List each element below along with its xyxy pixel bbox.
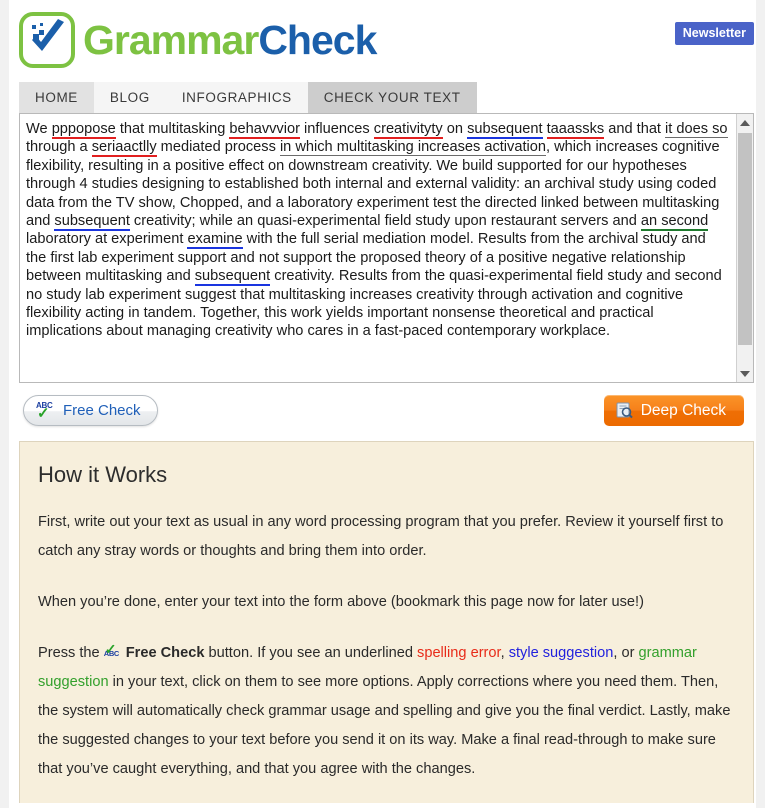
scroll-up-arrow-icon[interactable]	[737, 114, 753, 131]
editor-text: We	[26, 121, 52, 137]
editor-text: through a	[26, 139, 92, 156]
style-suggestion-examine[interactable]: examine	[187, 231, 243, 250]
howto-text: ,	[500, 645, 509, 661]
howto-text: in your text, click on them to see more …	[38, 674, 731, 777]
editor-text: laboratory at experiment	[26, 231, 188, 248]
site-logo[interactable]: GrammarCheck	[19, 12, 756, 68]
how-it-works-title: How it Works	[38, 462, 168, 487]
abc-checkmark-icon: ABC ✓	[103, 641, 120, 658]
free-check-label: Free Check	[63, 402, 141, 419]
style-suggestion-subsequent-1[interactable]: subsequent	[467, 121, 543, 139]
spelling-error-seriaactlly[interactable]: seriaactlly	[91, 139, 157, 158]
logo-text-grammar: Grammar	[83, 16, 259, 63]
tab-infographics[interactable]: INFOGRAPHICS	[165, 82, 308, 113]
editor-text: that multitasking	[115, 121, 230, 137]
grammarcheck-logo-icon	[19, 12, 75, 68]
editor-actions: ABC ✓ Free Check Deep Check	[19, 395, 754, 429]
newsletter-button[interactable]: Newsletter	[674, 22, 754, 45]
spelling-error-taaassks[interactable]: taaassks	[546, 121, 605, 139]
howto-spelling-error-mention: spelling error	[417, 645, 501, 661]
editor-text: mediated process	[156, 139, 280, 156]
spelling-error-creativityty[interactable]: creativityty	[373, 121, 443, 139]
spelling-error-behavvvior[interactable]: behavvvior	[229, 121, 300, 139]
tab-home[interactable]: HOME	[19, 82, 94, 113]
page-root: GrammarCheck Newsletter HOME BLOG INFOGR…	[0, 0, 765, 808]
how-it-works-paragraph-2: When you’re done, enter your text into t…	[38, 594, 644, 610]
howto-text: , or	[613, 645, 639, 661]
tab-check-your-text[interactable]: CHECK YOUR TEXT	[307, 82, 477, 113]
abc-checkmark-icon: ABC ✓	[36, 400, 53, 422]
text-input-area[interactable]: We pppopose that multitasking behavvvior…	[20, 114, 736, 382]
howto-text: Press the	[38, 645, 104, 661]
text-editor-container: We pppopose that multitasking behavvvior…	[19, 113, 754, 383]
scrollbar-thumb[interactable]	[738, 133, 752, 345]
logo-text-check: Check	[258, 16, 377, 63]
editor-text: creativity; while an quasi-experimental …	[129, 213, 641, 230]
scroll-down-arrow-icon[interactable]	[737, 365, 753, 382]
how-it-works-paragraph-3: Press the ABC ✓ Free Check button. If you…	[38, 639, 735, 784]
magnifier-document-icon	[616, 402, 633, 419]
deep-check-button[interactable]: Deep Check	[603, 395, 744, 426]
free-check-button[interactable]: ABC ✓ Free Check	[23, 395, 158, 426]
editor-text: influences	[299, 121, 374, 137]
editor-scrollbar[interactable]	[736, 114, 753, 382]
howto-style-suggestion-mention: style suggestion	[508, 645, 614, 661]
site-logo-text: GrammarCheck	[83, 16, 377, 63]
site-header: GrammarCheck Newsletter	[9, 0, 756, 78]
tab-blog[interactable]: BLOG	[93, 82, 166, 113]
grammar-suggestion-an-second[interactable]: an second	[640, 213, 709, 232]
how-it-works-paragraph-1: First, write out your text as usual in a…	[38, 514, 724, 559]
grammar-mark-it-does-so[interactable]: it does so	[665, 121, 728, 138]
editor-text	[543, 121, 547, 137]
how-it-works-panel: How it Works First, write out your text …	[19, 441, 754, 803]
editor-text: and that	[604, 121, 666, 137]
deep-check-label: Deep Check	[640, 401, 726, 419]
editor-text: on	[442, 121, 468, 137]
style-suggestion-subsequent-3[interactable]: subsequent	[194, 268, 271, 287]
spelling-error-pppopose[interactable]: pppopose	[51, 121, 116, 139]
grammar-mark-in-which-clause[interactable]: in which multitasking increases activati…	[279, 139, 546, 157]
style-suggestion-subsequent-2[interactable]: subsequent	[54, 213, 130, 232]
main-nav-tabs: HOME BLOG INFOGRAPHICS CHECK YOUR TEXT	[19, 82, 756, 113]
howto-text: button. If you see an underlined	[204, 645, 418, 661]
howto-free-check-mention: Free Check	[125, 645, 205, 661]
